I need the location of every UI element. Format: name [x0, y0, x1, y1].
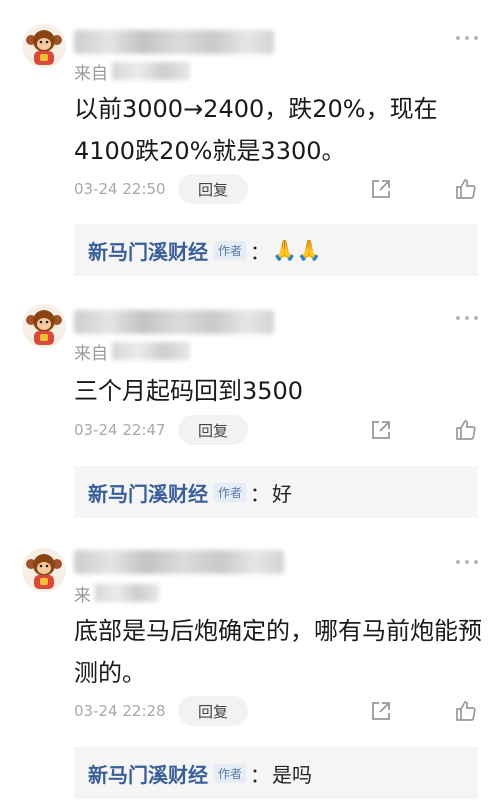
reply-text: 好 — [272, 481, 293, 506]
reply-colon: ： — [250, 762, 271, 787]
source-redacted — [95, 584, 159, 602]
share-icon[interactable] — [370, 178, 392, 200]
comment-item: 来自 三个月起码回到3500 03-24 22:47 回复 新马门溪财经 作者 … — [0, 280, 500, 542]
monkey-avatar-icon — [22, 548, 66, 592]
source-redacted — [112, 342, 190, 360]
source-redacted — [112, 62, 190, 80]
more-dots-icon[interactable] — [456, 34, 478, 42]
comment-text: 三个月起码回到3500 — [74, 377, 304, 405]
share-icon[interactable] — [370, 700, 392, 722]
comment-text: 以前3000→2400，跌20%，现在4100跌20%就是3300。 — [74, 95, 438, 165]
source-label: 来自 — [74, 63, 108, 84]
author-badge: 作者 — [214, 763, 247, 783]
username-redacted — [74, 30, 274, 54]
comment-meta: 03-24 22:28 回复 — [74, 696, 478, 726]
reply-button[interactable]: 回复 — [178, 696, 249, 726]
monkey-avatar-icon — [22, 24, 66, 68]
more-dots-icon[interactable] — [456, 314, 478, 322]
source-location: 来自 — [74, 59, 190, 84]
more-dots-icon[interactable] — [456, 558, 478, 566]
comment-time: 03-24 22:47 — [74, 421, 166, 439]
author-reply[interactable]: 新马门溪财经 作者 ： 🙏🙏 — [74, 224, 478, 276]
avatar[interactable] — [22, 24, 66, 68]
username-redacted — [74, 310, 274, 334]
comment-meta: 03-24 22:47 回复 — [74, 415, 478, 445]
comment-time: 03-24 22:50 — [74, 180, 166, 198]
source-label: 来自 — [74, 343, 108, 364]
thumbs-up-icon[interactable] — [454, 699, 478, 723]
reply-button[interactable]: 回复 — [178, 174, 249, 204]
comment-meta: 03-24 22:50 回复 — [74, 174, 478, 204]
author-badge: 作者 — [214, 482, 247, 502]
reply-author[interactable]: 新马门溪财经 — [88, 759, 208, 788]
author-reply[interactable]: 新马门溪财经 作者 ： 好 — [74, 466, 478, 518]
avatar[interactable] — [22, 304, 66, 348]
reply-colon: ： — [250, 481, 271, 506]
username-redacted — [74, 550, 284, 574]
source-location: 来 — [74, 581, 159, 606]
share-icon[interactable] — [370, 419, 392, 441]
reply-author[interactable]: 新马门溪财经 — [88, 236, 208, 265]
avatar[interactable] — [22, 548, 66, 592]
author-reply[interactable]: 新马门溪财经 作者 ： 是吗 — [74, 747, 478, 799]
author-badge: 作者 — [214, 240, 247, 260]
reply-author[interactable]: 新马门溪财经 — [88, 478, 208, 507]
reply-text: 🙏🙏 — [272, 238, 322, 262]
comment-text: 底部是马后炮确定的，哪有马前炮能预测的。 — [74, 617, 482, 687]
monkey-avatar-icon — [22, 304, 66, 348]
comment-time: 03-24 22:28 — [74, 702, 166, 720]
thumbs-up-icon[interactable] — [454, 418, 478, 442]
source-location: 来自 — [74, 339, 190, 364]
comment-item: 来自 以前3000→2400，跌20%，现在4100跌20%就是3300。 03… — [0, 0, 500, 280]
source-label: 来 — [74, 585, 91, 606]
comment-item: 来 底部是马后炮确定的，哪有马前炮能预测的。 03-24 22:28 回复 新马… — [0, 542, 500, 803]
thumbs-up-icon[interactable] — [454, 177, 478, 201]
reply-text: 是吗 — [272, 762, 313, 787]
reply-button[interactable]: 回复 — [178, 415, 249, 445]
reply-colon: ： — [250, 239, 271, 264]
